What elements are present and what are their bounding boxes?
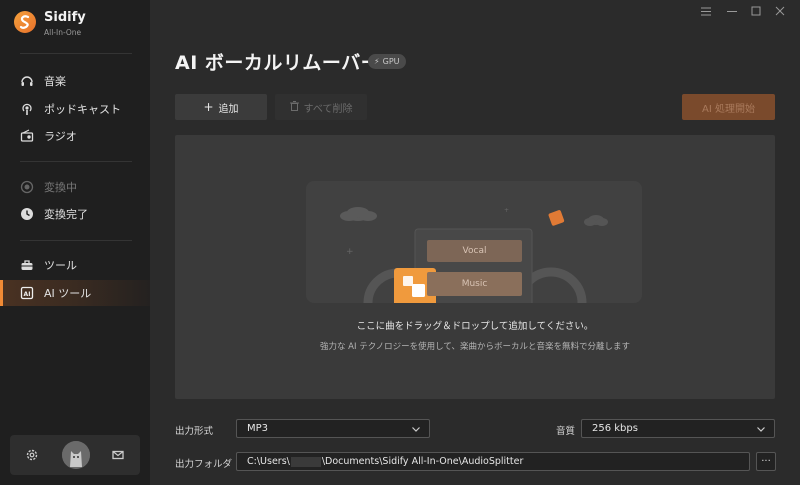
cloud-icon: [584, 215, 608, 226]
close-icon[interactable]: [773, 4, 787, 18]
drop-zone[interactable]: + + Vocal Music ここに曲をドラッグ＆ドロップして追加してください…: [175, 135, 775, 399]
lightning-icon: ⚡: [374, 57, 380, 66]
sidebar-item-label: ツール: [44, 259, 77, 272]
add-button[interactable]: + 追加: [175, 94, 267, 120]
output-format-select[interactable]: MP3: [236, 419, 430, 438]
sidebar-item-label: ポッドキャスト: [44, 103, 121, 116]
main-panel: AI ボーカルリムーバー ⚡ GPU + 追加 すべて削除 AI 処理開始 + …: [150, 0, 800, 485]
brand: Sidify All-In-One: [14, 10, 86, 38]
sidebar-item-podcast[interactable]: ポッドキャスト: [0, 96, 150, 122]
redacted-username: [290, 456, 321, 467]
sidebar-item-tools[interactable]: ツール: [0, 252, 150, 278]
output-folder-field[interactable]: C:\Users\ \Documents\Sidify All-In-One\A…: [236, 452, 750, 471]
mail-icon[interactable]: [110, 447, 126, 463]
music-track-label: Music: [427, 272, 522, 296]
quality-label: 音質: [556, 426, 576, 437]
sidebar-divider: [20, 240, 132, 241]
svg-text:AI: AI: [24, 291, 31, 298]
sidebar-item-converted[interactable]: 変換完了: [0, 201, 150, 227]
browse-folder-button[interactable]: ···: [756, 452, 776, 471]
app-name: Sidify: [44, 10, 86, 25]
sidebar-item-music[interactable]: 音楽: [0, 68, 150, 94]
page-title: AI ボーカルリムーバー: [175, 52, 381, 74]
sidify-logo-icon: [14, 11, 36, 33]
drop-description: 強力な AI テクノロジーを使用して、楽曲からボーカルと音楽を無料で分離します: [319, 342, 631, 352]
minimize-icon[interactable]: [725, 4, 739, 18]
delete-all-button[interactable]: すべて削除: [275, 94, 367, 120]
gpu-badge: ⚡ GPU: [368, 54, 406, 69]
maximize-icon[interactable]: [749, 4, 763, 18]
sidebar-item-radio[interactable]: ラジオ: [0, 123, 150, 149]
ai-icon: AI: [20, 286, 34, 300]
sidebar-item-label: 音楽: [44, 75, 66, 88]
toolbox-icon: [20, 258, 34, 272]
cloud-icon: [340, 207, 377, 221]
quality-select[interactable]: 256 kbps: [581, 419, 775, 438]
plus-icon: +: [203, 100, 214, 114]
avatar[interactable]: [62, 441, 90, 469]
drop-illustration: + + Vocal Music: [306, 181, 642, 303]
sidebar-item-label: 変換中: [44, 181, 77, 194]
output-format-label: 出力形式: [175, 426, 214, 437]
menu-icon[interactable]: [699, 4, 713, 18]
sidebar-divider: [20, 53, 132, 54]
sidebar-item-converting[interactable]: 変換中: [0, 174, 150, 200]
sidebar-divider: [20, 161, 132, 162]
radio-icon: [20, 129, 34, 143]
app-subtitle: All-In-One: [44, 28, 82, 37]
sidebar-bottom-bar: [10, 435, 140, 475]
chevron-down-icon: [756, 424, 766, 437]
clock-icon: [20, 207, 34, 221]
trash-icon: [289, 100, 299, 114]
settings-gear-icon[interactable]: [24, 447, 40, 463]
chevron-down-icon: [411, 424, 421, 437]
output-folder-label: 出力フォルダ: [175, 459, 233, 470]
svg-text:+: +: [346, 247, 354, 257]
sidebar-item-label: AI ツール: [44, 287, 92, 300]
drop-instructions: ここに曲をドラッグ＆ドロップして追加してください。: [356, 321, 594, 332]
music-icon: [20, 74, 34, 88]
start-ai-processing-button[interactable]: AI 処理開始: [682, 94, 775, 120]
sidebar-item-label: 変換完了: [44, 208, 88, 221]
podcast-icon: [20, 102, 34, 116]
converting-icon: [20, 180, 34, 194]
sidebar-item-label: ラジオ: [44, 130, 77, 143]
sidebar-item-ai-tools[interactable]: AI AI ツール: [0, 280, 150, 306]
vocal-track-label: Vocal: [427, 240, 522, 262]
sidebar: Sidify All-In-One 音楽 ポッドキャスト ラジオ 変換中 変換完…: [0, 0, 150, 485]
svg-text:+: +: [504, 207, 509, 214]
